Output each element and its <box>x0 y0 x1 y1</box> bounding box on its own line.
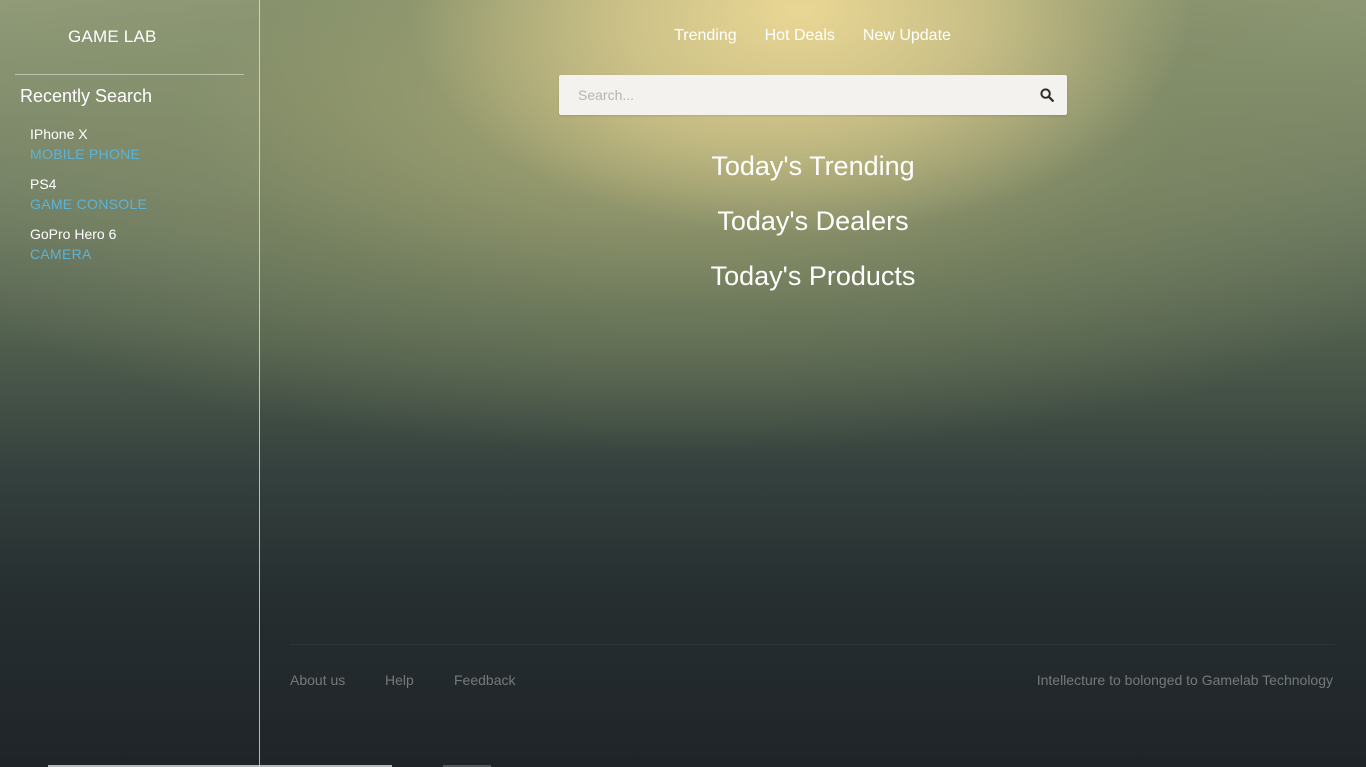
footer-divider <box>290 644 1335 645</box>
recent-item-name[interactable]: GoPro Hero 6 <box>30 226 147 242</box>
footer-link-feedback[interactable]: Feedback <box>454 672 515 688</box>
recent-search-title: Recently Search <box>20 86 153 106</box>
section-todays-dealers[interactable]: Today's Dealers <box>559 206 1067 237</box>
recent-search-item: GoPro Hero 6 CAMERA <box>30 226 147 276</box>
recent-search-item: PS4 GAME CONSOLE <box>30 176 147 226</box>
search-input[interactable] <box>559 75 1019 115</box>
footer-copyright: Intellecture to bolonged to Gamelab Tech… <box>1036 672 1333 688</box>
recent-search-list: IPhone X MOBILE PHONE PS4 GAME CONSOLE G… <box>30 126 147 276</box>
recent-item-category[interactable]: MOBILE PHONE <box>30 146 147 162</box>
section-todays-trending[interactable]: Today's Trending <box>559 151 1067 182</box>
nav-new-update[interactable]: New Update <box>863 27 951 45</box>
recent-item-name[interactable]: PS4 <box>30 176 147 192</box>
search-icon[interactable] <box>1040 88 1054 102</box>
recent-search-item: IPhone X MOBILE PHONE <box>30 126 147 176</box>
recent-item-category[interactable]: CAMERA <box>30 246 147 262</box>
footer-link-about[interactable]: About us <box>290 672 345 688</box>
footer-link-help[interactable]: Help <box>385 672 414 688</box>
nav-hot-deals[interactable]: Hot Deals <box>765 27 835 45</box>
recent-item-category[interactable]: GAME CONSOLE <box>30 196 147 212</box>
nav-trending[interactable]: Trending <box>674 27 737 45</box>
top-nav: Trending Hot Deals New Update <box>0 27 1366 45</box>
recent-item-name[interactable]: IPhone X <box>30 126 147 142</box>
search-bar <box>559 75 1067 115</box>
sidebar-divider <box>15 74 244 75</box>
sidebar: GAME LAB Recently Search IPhone X MOBILE… <box>0 0 260 767</box>
section-todays-products[interactable]: Today's Products <box>559 261 1067 292</box>
